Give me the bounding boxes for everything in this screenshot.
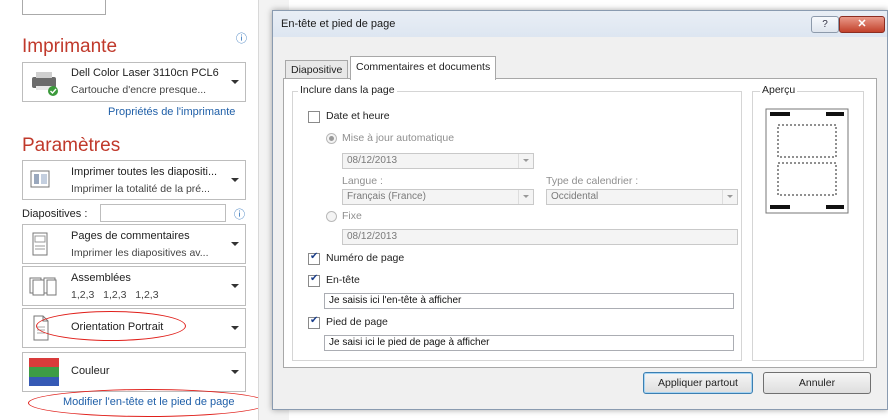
auto-update-radio[interactable] <box>326 133 337 144</box>
fixed-radio[interactable] <box>326 211 337 222</box>
settings-section-title: Paramètres <box>22 135 121 156</box>
chevron-down-icon <box>231 284 239 288</box>
edit-header-footer-link[interactable]: Modifier l'en-tête et le pied de page <box>63 396 235 408</box>
color-swatch-icon <box>29 358 59 386</box>
page-preview-thumbnail <box>765 108 849 214</box>
print-layout-subtitle: Imprimer les diapositives av... <box>71 247 209 259</box>
slides-range-title: Imprimer toutes les diapositi... <box>71 166 218 178</box>
slides-label: Diapositives : <box>22 208 88 220</box>
calendar-type-label: Type de calendrier : <box>546 175 639 187</box>
annotation-oval-orientation <box>36 311 186 341</box>
calendar-type-select[interactable]: Occidental <box>546 189 738 205</box>
collate-title: Assemblées <box>71 272 131 284</box>
print-layout-dropdown[interactable]: Pages de commentaires Imprimer les diapo… <box>22 224 246 264</box>
dialog-titlebar[interactable]: En-tête et pied de page ? ✕ <box>273 11 887 37</box>
footer-checkbox[interactable] <box>308 315 320 329</box>
color-label: Couleur <box>71 365 110 377</box>
chevron-down-icon <box>722 190 737 204</box>
chevron-down-icon <box>231 242 239 246</box>
chevron-down-icon <box>231 80 239 84</box>
printer-icon <box>32 72 58 96</box>
fixed-label: Fixe <box>342 210 362 222</box>
preview-title: Aperçu <box>760 84 798 96</box>
header-label: En-tête <box>326 274 360 286</box>
print-settings-pane: Imprimante ⓘ Dell Color Laser 3110cn PCL… <box>0 0 268 420</box>
notes-page-icon <box>32 232 48 256</box>
close-button[interactable]: ✕ <box>839 16 885 33</box>
slides-range-subtitle: Imprimer la totalité de la pré... <box>71 183 210 195</box>
date-time-label: Date et heure <box>326 110 390 122</box>
printer-dropdown[interactable]: Dell Color Laser 3110cn PCL6 Cartouche d… <box>22 62 246 102</box>
tab-notes-handouts[interactable]: Commentaires et documents <box>350 56 497 80</box>
chevron-down-icon <box>231 178 239 182</box>
dialog-title: En-tête et pied de page <box>281 18 396 30</box>
page-number-checkbox[interactable] <box>308 251 320 265</box>
chevron-down-icon <box>518 154 533 168</box>
printer-status: Cartouche d'encre presque... <box>71 84 207 96</box>
slides-input[interactable] <box>100 204 226 222</box>
chevron-down-icon <box>231 370 239 374</box>
footer-text-input[interactable]: Je saisi ici le pied de page à afficher <box>324 335 734 351</box>
color-dropdown[interactable]: Couleur <box>22 352 246 392</box>
collate-subtitle: 1,2,3 1,2,3 1,2,3 <box>71 289 159 301</box>
auto-update-date-select[interactable]: 08/12/2013 <box>342 153 534 169</box>
collate-icon <box>29 277 57 296</box>
header-footer-dialog: En-tête et pied de page ? ✕ Diapositive … <box>272 10 888 410</box>
apply-all-button[interactable]: Appliquer partout <box>643 372 753 394</box>
copies-box[interactable] <box>22 0 106 15</box>
slides-icon <box>30 170 50 188</box>
language-select[interactable]: Français (France) <box>342 189 534 205</box>
header-text-input[interactable]: Je saisis ici l'en-tête à afficher <box>324 293 734 309</box>
print-layout-title: Pages de commentaires <box>71 230 190 242</box>
auto-update-date-value: 08/12/2013 <box>347 155 398 166</box>
chevron-down-icon <box>518 190 533 204</box>
page-number-label: Numéro de page <box>326 252 405 264</box>
info-icon[interactable]: ⓘ <box>236 30 247 46</box>
header-checkbox[interactable] <box>308 273 320 287</box>
chevron-down-icon <box>231 326 239 330</box>
auto-update-label: Mise à jour automatique <box>342 132 455 144</box>
include-group-title: Inclure dans la page <box>298 84 397 96</box>
printer-section-title: Imprimante <box>22 36 118 57</box>
collate-dropdown[interactable]: Assemblées 1,2,3 1,2,3 1,2,3 <box>22 266 246 306</box>
slides-range-dropdown[interactable]: Imprimer toutes les diapositi... Imprime… <box>22 160 246 200</box>
tab-panel: Inclure dans la page Date et heure Mise … <box>283 78 877 368</box>
language-label: Langue : <box>342 175 383 187</box>
cancel-button[interactable]: Annuler <box>763 372 871 394</box>
date-time-checkbox[interactable] <box>308 111 320 123</box>
printer-name: Dell Color Laser 3110cn PCL6 <box>71 67 219 79</box>
printer-properties-link[interactable]: Propriétés de l'imprimante <box>108 106 235 118</box>
fixed-date-input[interactable]: 08/12/2013 <box>342 229 738 245</box>
footer-label: Pied de page <box>326 316 388 328</box>
help-button[interactable]: ? <box>811 16 839 33</box>
tab-slide[interactable]: Diapositive <box>285 60 349 79</box>
calendar-type-value: Occidental <box>551 191 599 202</box>
language-value: Français (France) <box>347 191 426 202</box>
info-icon[interactable]: ⓘ <box>234 206 245 222</box>
